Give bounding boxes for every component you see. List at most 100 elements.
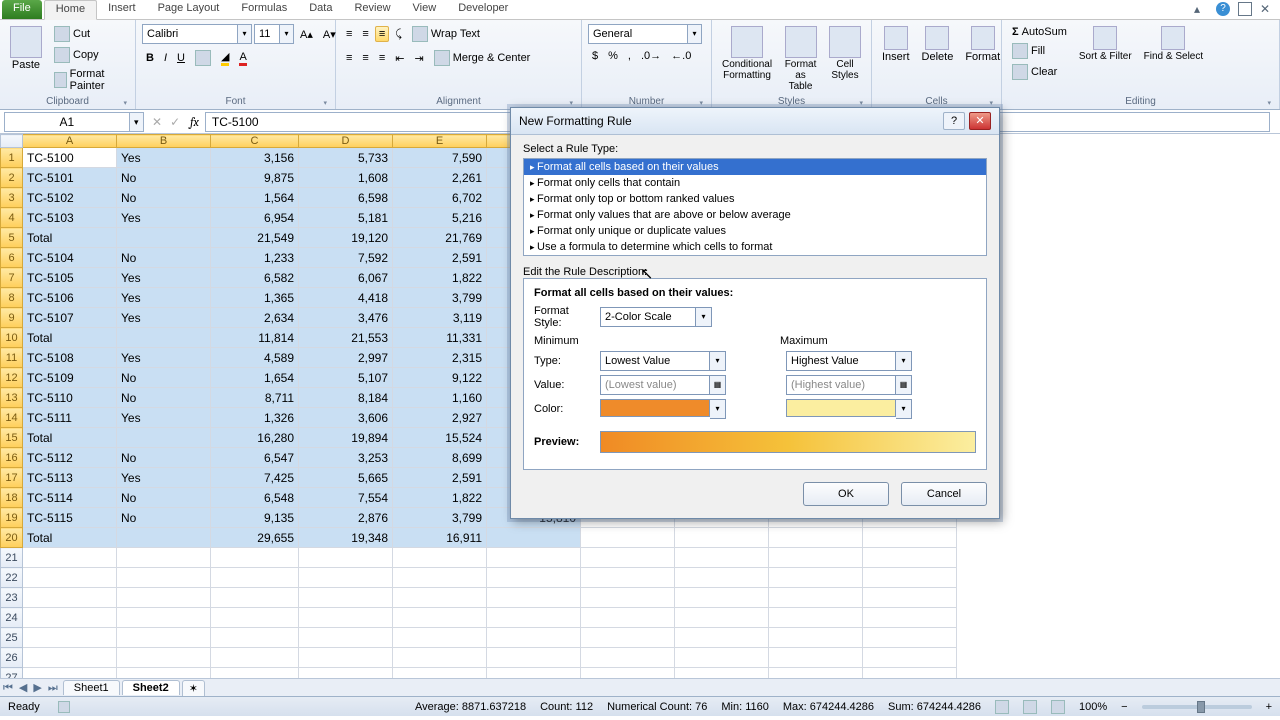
cell[interactable]: 1,564 bbox=[211, 188, 299, 208]
cell[interactable] bbox=[23, 548, 117, 568]
cell[interactable] bbox=[581, 608, 675, 628]
row-header[interactable]: 22 bbox=[1, 568, 23, 588]
underline-button[interactable]: U bbox=[173, 50, 189, 66]
cell[interactable]: 2,634 bbox=[211, 308, 299, 328]
min-type-combo[interactable] bbox=[600, 351, 710, 371]
cell[interactable] bbox=[863, 528, 957, 548]
cell[interactable]: 4,589 bbox=[211, 348, 299, 368]
cell[interactable]: 1,822 bbox=[393, 488, 487, 508]
cell[interactable]: Yes bbox=[117, 268, 211, 288]
cell[interactable] bbox=[23, 668, 117, 679]
cell[interactable]: Total bbox=[23, 228, 117, 248]
cell[interactable]: 19,894 bbox=[299, 428, 393, 448]
row-header[interactable]: 20 bbox=[1, 528, 23, 548]
sheet-nav-buttons[interactable]: ⏮◀▶⏭ bbox=[0, 681, 61, 695]
fx-icon[interactable]: fx bbox=[184, 115, 205, 129]
font-color-button[interactable]: A bbox=[235, 49, 250, 68]
cell[interactable]: 16,280 bbox=[211, 428, 299, 448]
cell[interactable] bbox=[211, 568, 299, 588]
view-pagebreak-icon[interactable] bbox=[1051, 700, 1065, 714]
cell[interactable]: No bbox=[117, 488, 211, 508]
currency-button[interactable]: $ bbox=[588, 48, 602, 64]
row-header[interactable]: 4 bbox=[1, 208, 23, 228]
bold-button[interactable]: B bbox=[142, 50, 158, 66]
cell[interactable] bbox=[487, 548, 581, 568]
tab-file[interactable]: File bbox=[2, 0, 42, 19]
zoom-slider[interactable] bbox=[1142, 705, 1252, 709]
row-header[interactable]: 27 bbox=[1, 668, 23, 679]
tab-developer[interactable]: Developer bbox=[447, 0, 519, 19]
column-header[interactable]: E bbox=[393, 135, 487, 148]
sort-filter-button[interactable]: Sort & Filter bbox=[1075, 24, 1136, 64]
cell[interactable]: 29,655 bbox=[211, 528, 299, 548]
cell[interactable] bbox=[863, 668, 957, 679]
cell[interactable] bbox=[117, 228, 211, 248]
row-header[interactable]: 7 bbox=[1, 268, 23, 288]
fill-color-button[interactable]: ◢ bbox=[217, 48, 233, 68]
cell[interactable] bbox=[299, 548, 393, 568]
cancel-fx-icon[interactable]: ✕ bbox=[148, 115, 166, 129]
wrap-text-button[interactable]: Wrap Text bbox=[408, 24, 484, 44]
cell[interactable]: 6,954 bbox=[211, 208, 299, 228]
row-header[interactable]: 3 bbox=[1, 188, 23, 208]
format-style-combo[interactable] bbox=[600, 307, 696, 327]
cell[interactable]: 5,733 bbox=[299, 148, 393, 168]
cell[interactable] bbox=[675, 548, 769, 568]
cell[interactable] bbox=[581, 648, 675, 668]
cell[interactable]: 9,135 bbox=[211, 508, 299, 528]
cell[interactable]: 8,711 bbox=[211, 388, 299, 408]
indent-inc-button[interactable]: ⇥ bbox=[410, 50, 427, 67]
cell[interactable] bbox=[299, 608, 393, 628]
cell[interactable] bbox=[581, 588, 675, 608]
cell[interactable] bbox=[211, 548, 299, 568]
align-top-button[interactable]: ≡ bbox=[342, 26, 356, 42]
cell[interactable] bbox=[299, 628, 393, 648]
row-header[interactable]: 12 bbox=[1, 368, 23, 388]
cell[interactable]: Total bbox=[23, 328, 117, 348]
cell[interactable]: 5,665 bbox=[299, 468, 393, 488]
cell[interactable]: 1,160 bbox=[393, 388, 487, 408]
cell[interactable] bbox=[23, 568, 117, 588]
view-layout-icon[interactable] bbox=[1023, 700, 1037, 714]
percent-button[interactable]: % bbox=[604, 48, 622, 64]
tab-review[interactable]: Review bbox=[343, 0, 401, 19]
cell[interactable]: 16,911 bbox=[393, 528, 487, 548]
cell[interactable]: 11,814 bbox=[211, 328, 299, 348]
max-type-combo[interactable] bbox=[786, 351, 896, 371]
cell[interactable] bbox=[299, 648, 393, 668]
view-normal-icon[interactable] bbox=[995, 700, 1009, 714]
grow-font-button[interactable]: A▴ bbox=[296, 26, 317, 43]
cell[interactable]: 1,822 bbox=[393, 268, 487, 288]
select-all-corner[interactable] bbox=[1, 135, 23, 148]
max-value-refpick-icon[interactable]: ▦ bbox=[896, 375, 912, 395]
cell[interactable] bbox=[117, 328, 211, 348]
tab-data[interactable]: Data bbox=[298, 0, 343, 19]
cell[interactable]: TC-5114 bbox=[23, 488, 117, 508]
cell[interactable] bbox=[675, 588, 769, 608]
cell[interactable]: 21,769 bbox=[393, 228, 487, 248]
row-header[interactable]: 6 bbox=[1, 248, 23, 268]
cell[interactable] bbox=[117, 648, 211, 668]
min-value-refpick-icon[interactable]: ▦ bbox=[710, 375, 726, 395]
cell[interactable]: 1,608 bbox=[299, 168, 393, 188]
cell[interactable] bbox=[393, 548, 487, 568]
sheet-tab-new[interactable]: ✶ bbox=[182, 680, 205, 696]
cell[interactable]: 6,067 bbox=[299, 268, 393, 288]
column-header[interactable]: D bbox=[299, 135, 393, 148]
cell[interactable]: TC-5105 bbox=[23, 268, 117, 288]
row-header[interactable]: 26 bbox=[1, 648, 23, 668]
cell[interactable]: 2,876 bbox=[299, 508, 393, 528]
inc-decimal-button[interactable]: .0→ bbox=[637, 48, 665, 64]
zoom-level[interactable]: 100% bbox=[1079, 701, 1107, 713]
cell[interactable]: Yes bbox=[117, 468, 211, 488]
cell[interactable] bbox=[487, 668, 581, 679]
cell[interactable] bbox=[675, 608, 769, 628]
cell[interactable] bbox=[23, 628, 117, 648]
row-header[interactable]: 15 bbox=[1, 428, 23, 448]
cell[interactable] bbox=[117, 668, 211, 679]
cell[interactable]: 3,253 bbox=[299, 448, 393, 468]
cell[interactable]: 9,122 bbox=[393, 368, 487, 388]
merge-center-button[interactable]: Merge & Center bbox=[430, 48, 535, 68]
cell[interactable] bbox=[675, 528, 769, 548]
cell[interactable] bbox=[211, 668, 299, 679]
